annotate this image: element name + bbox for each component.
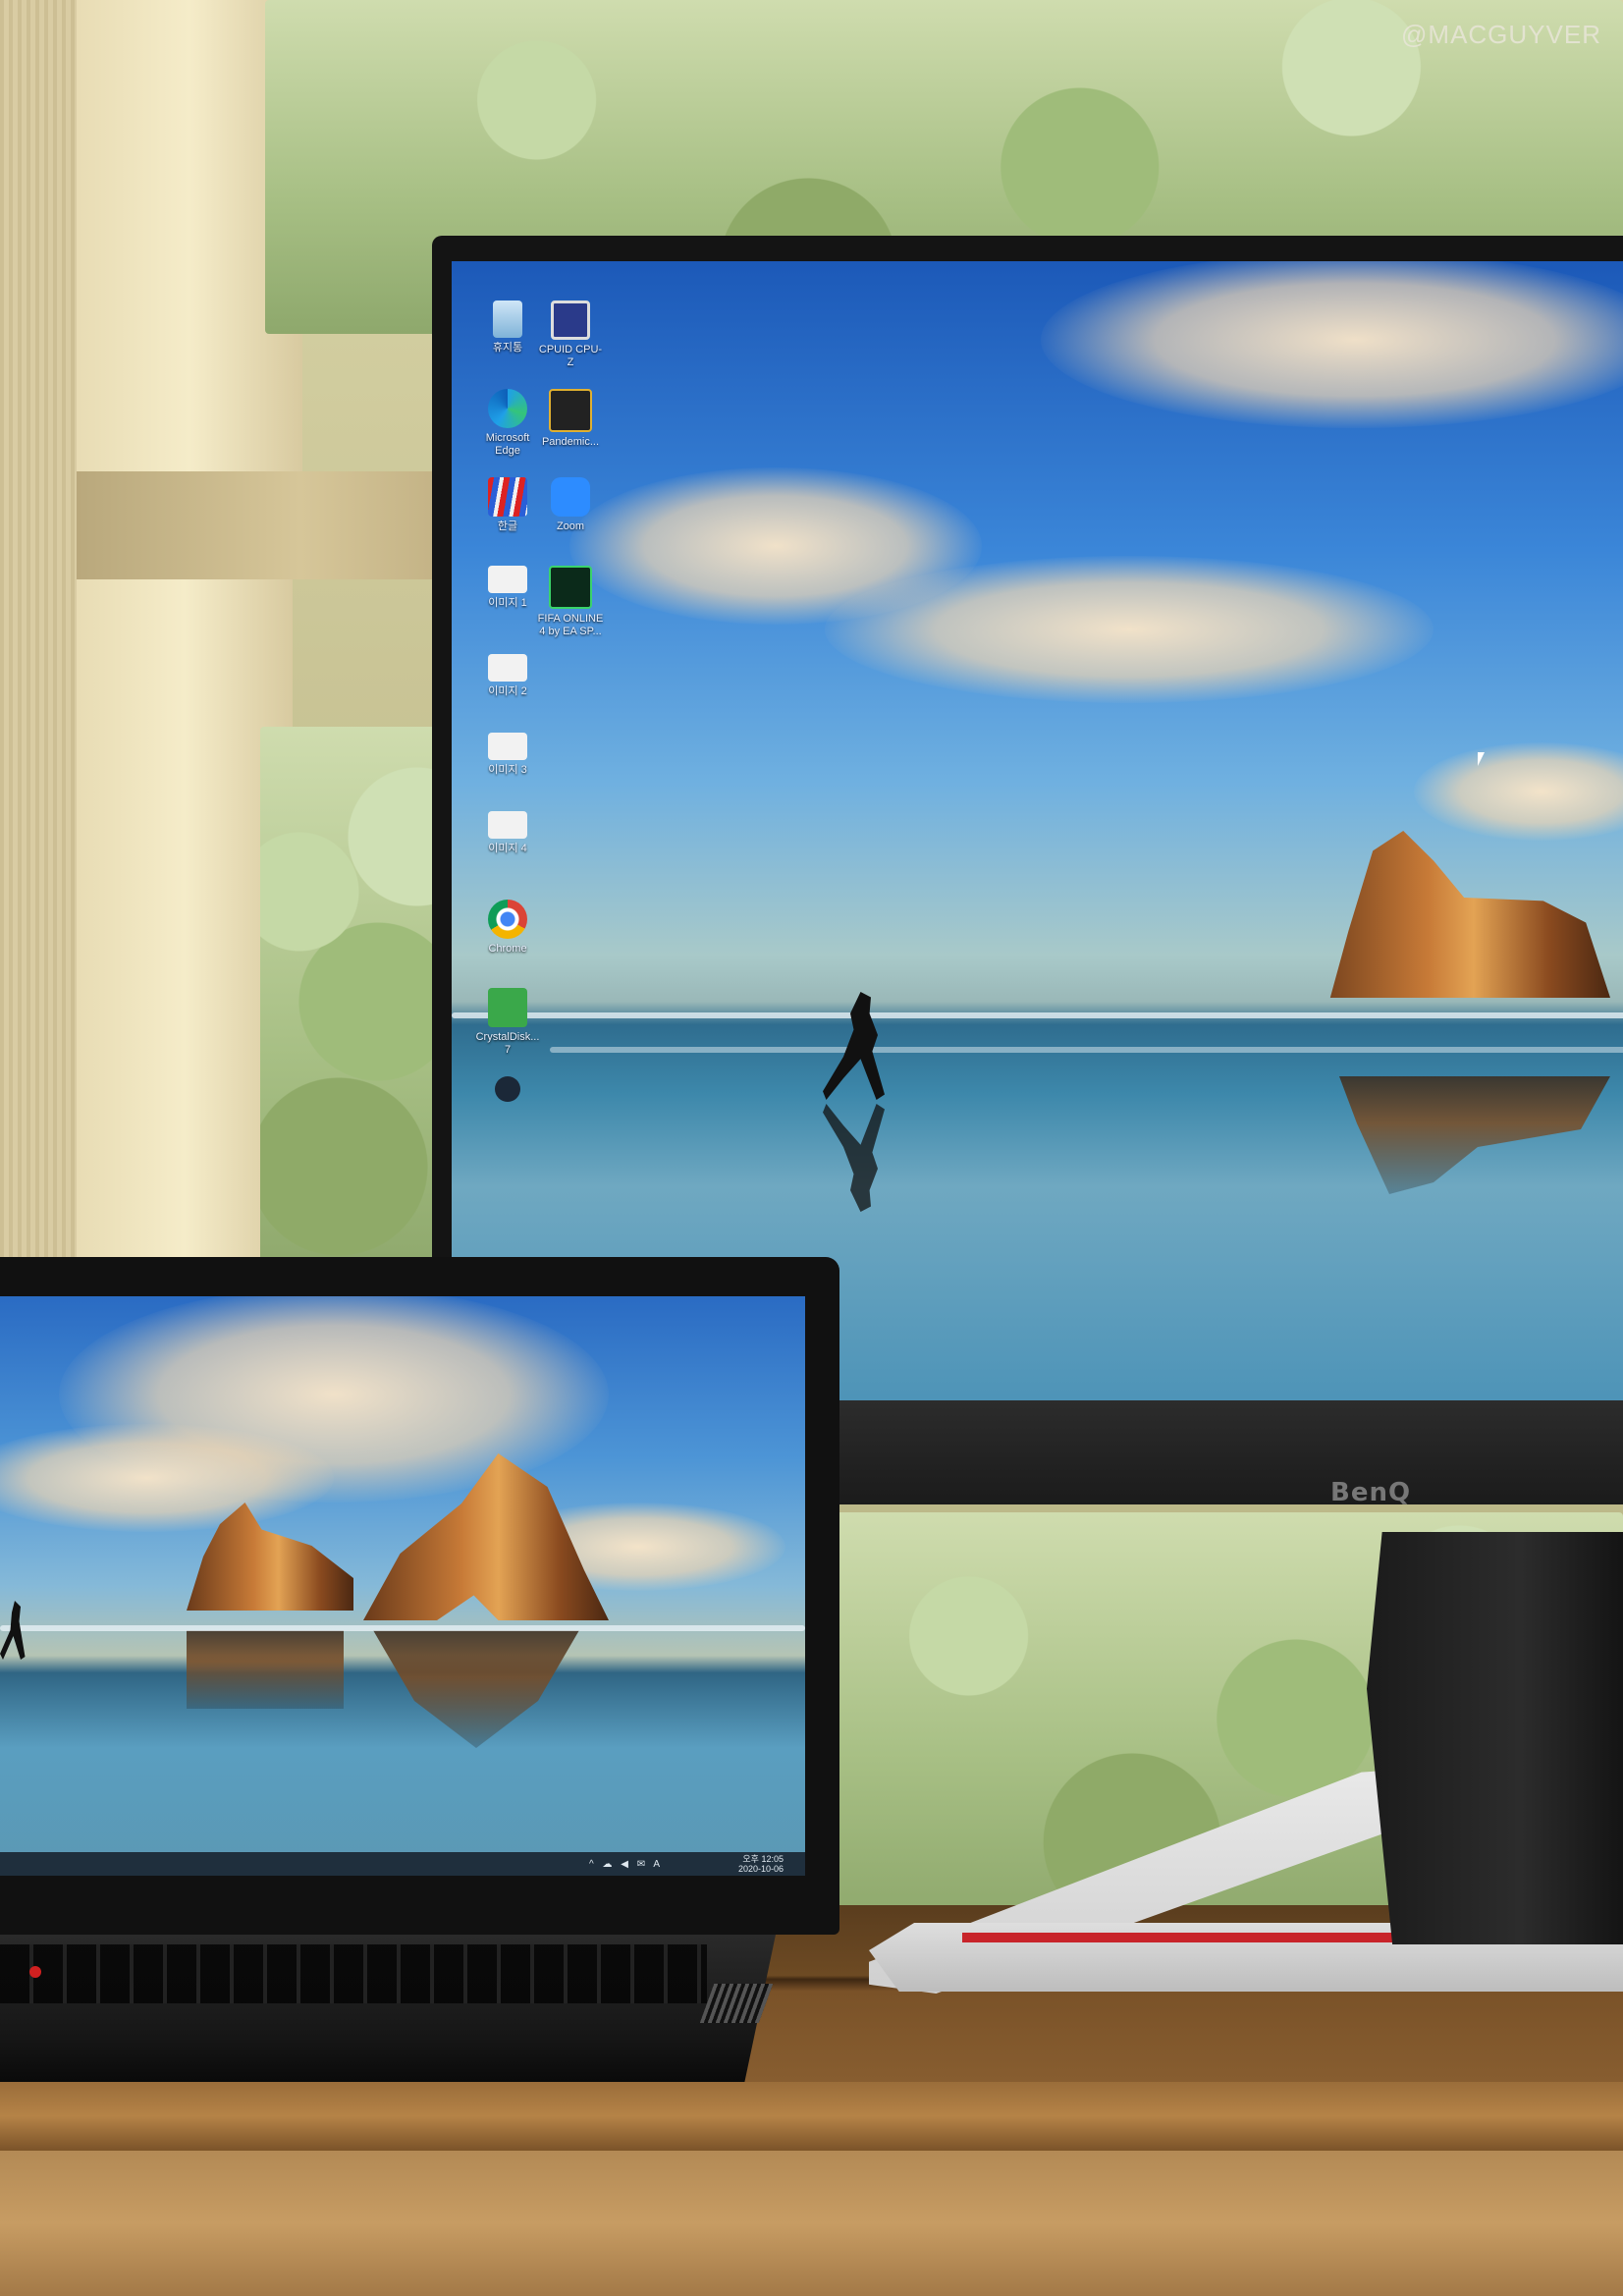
watermark: @MACGUYVER (1401, 20, 1601, 49)
laptop-keyboard (0, 1944, 707, 2003)
cloud (825, 556, 1434, 703)
zoom-icon[interactable]: Zoom (536, 477, 605, 533)
image1-icon[interactable]: 이미지 1 (473, 566, 542, 610)
chrome-icon[interactable]: Chrome (473, 900, 542, 956)
laptop: ^ ☁ ◀ ✉ A 오후 12:05 2020-10-06 (0, 1257, 844, 2111)
system-tray[interactable]: ^ ☁ ◀ ✉ A (589, 1859, 663, 1870)
icon-label: 휴지통 (492, 342, 523, 354)
crystaldisk-glyph (488, 988, 527, 1027)
cloud (1414, 742, 1623, 841)
steam-glyph (495, 1076, 520, 1102)
monitor-stand-neck (1367, 1532, 1623, 1944)
trackpoint (29, 1966, 41, 1978)
icon-label: CrystalDisk... 7 (475, 1031, 540, 1056)
surf-line (452, 1012, 1623, 1018)
image-file-glyph (488, 733, 527, 760)
monitor-screen: 휴지통 CPUID CPU-Z Microsoft Edge Pandemic.… (452, 261, 1623, 1418)
image4-icon[interactable]: 이미지 4 (473, 811, 542, 855)
clock-time: 오후 12:05 (742, 1854, 784, 1864)
icon-label: 이미지 4 (488, 843, 527, 854)
icon-label: Chrome (488, 943, 527, 955)
mouse-cursor-icon (1478, 752, 1485, 766)
surf-line (550, 1047, 1623, 1053)
icon-label: 이미지 3 (488, 764, 527, 776)
runner-reflection (823, 1104, 885, 1212)
image-file-glyph (488, 811, 527, 839)
cloud (1041, 261, 1623, 428)
icon-label: Zoom (556, 520, 585, 532)
hangul-glyph (488, 477, 527, 517)
chrome-glyph (488, 900, 527, 939)
brand-logo: BenQ (1330, 1478, 1412, 1507)
crystaldisk-icon[interactable]: CrystalDisk... 7 (473, 988, 542, 1057)
laptop-ports (699, 1984, 774, 2023)
surf-line (0, 1625, 805, 1631)
taskbar-clock[interactable]: 오후 12:05 2020-10-06 (738, 1854, 784, 1874)
sea-stack-rock (1329, 831, 1610, 998)
icon-label: CPUID CPU-Z (538, 344, 603, 368)
wall-panel (0, 0, 77, 1277)
desktop-icons: 휴지통 CPUID CPU-Z Microsoft Edge Pandemic.… (473, 301, 611, 1418)
icon-label: FIFA ONLINE 4 by EA SP... (537, 613, 604, 637)
pandemic-glyph (549, 389, 592, 432)
rock-reflection (373, 1630, 579, 1748)
edge-glyph (488, 389, 527, 428)
edge-icon[interactable]: Microsoft Edge (473, 389, 542, 458)
taskbar: ^ ☁ ◀ ✉ A 오후 12:05 2020-10-06 (0, 1852, 805, 1876)
rock-reflection (187, 1630, 344, 1709)
steam-icon[interactable] (473, 1076, 542, 1102)
icon-label: 한글 (497, 520, 518, 532)
desk-front (0, 2151, 1623, 2296)
fifa-glyph (549, 566, 592, 609)
laptop-screen: ^ ☁ ◀ ✉ A 오후 12:05 2020-10-06 (0, 1296, 805, 1876)
icon-label: Microsoft Edge (485, 432, 530, 457)
icon-label: 이미지 1 (488, 597, 527, 609)
image3-icon[interactable]: 이미지 3 (473, 733, 542, 777)
photo-scene: 휴지통 CPUID CPU-Z Microsoft Edge Pandemic.… (0, 0, 1623, 2296)
icon-label: Pandemic... (541, 436, 600, 448)
fifa-icon[interactable]: FIFA ONLINE 4 by EA SP... (536, 566, 605, 638)
recycle-bin-icon[interactable]: 휴지통 (473, 301, 542, 355)
zoom-glyph (551, 477, 590, 517)
clock-date: 2020-10-06 (737, 1864, 784, 1874)
window-sill (77, 471, 450, 579)
icon-label: 이미지 2 (488, 685, 527, 697)
cpuid-icon[interactable]: CPUID CPU-Z (536, 301, 605, 369)
image-file-glyph (488, 566, 527, 593)
window-view-bottom (260, 727, 457, 1277)
hangul-icon[interactable]: 한글 (473, 477, 542, 533)
recycle-bin-glyph (493, 301, 522, 338)
runner-silhouette (823, 992, 885, 1100)
rock-reflection (1339, 1076, 1610, 1194)
image-file-glyph (488, 654, 527, 682)
pandemic-icon[interactable]: Pandemic... (536, 389, 605, 449)
cpuid-glyph (551, 301, 590, 340)
image2-icon[interactable]: 이미지 2 (473, 654, 542, 698)
